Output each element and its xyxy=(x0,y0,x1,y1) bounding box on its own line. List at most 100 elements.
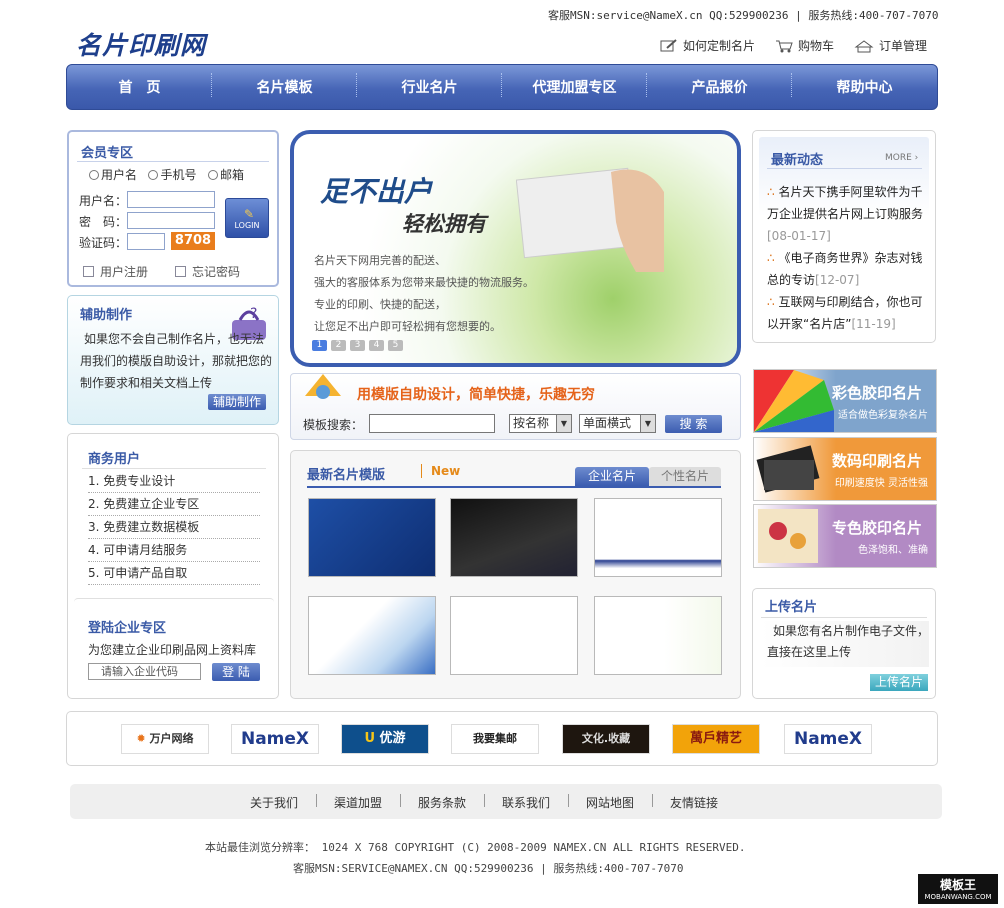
news-item[interactable]: ∴ 互联网与印刷结合，你也可以开家“名片店”[11-19] xyxy=(767,291,927,335)
business-item[interactable]: 3. 免费建立数据模板 xyxy=(88,518,260,539)
template-thumb[interactable] xyxy=(594,498,722,577)
banner-page-4[interactable]: 4 xyxy=(369,340,384,351)
enterprise-login-button[interactable]: 登 陆 xyxy=(212,663,260,681)
login-button[interactable]: ✎ LOGIN xyxy=(225,198,269,238)
footer-links: 关于我们 渠道加盟 服务条款 联系我们 网站地图 友情链接 xyxy=(70,784,942,819)
tab-personal[interactable]: 个性名片 xyxy=(649,467,721,486)
banner-page-1[interactable]: 1 xyxy=(312,340,327,351)
template-thumb[interactable] xyxy=(308,596,436,675)
password-label: 密 码： xyxy=(79,215,128,229)
nav-home[interactable]: 首 页 xyxy=(67,73,212,97)
chevron-down-icon: ▼ xyxy=(640,415,655,432)
footer-link-sitemap[interactable]: 网站地图 xyxy=(586,794,634,811)
product-title: 彩色胶印名片 xyxy=(831,384,922,402)
footer-copyright: 本站最佳浏览分辨率： 1024 X 768 COPYRIGHT (C) 2008… xyxy=(205,841,746,854)
radio-username[interactable]: 用户名 xyxy=(89,168,137,182)
nav-templates[interactable]: 名片模板 xyxy=(212,73,357,97)
nav-agency[interactable]: 代理加盟专区 xyxy=(502,73,647,97)
enterprise-title: 登陆企业专区 xyxy=(88,621,167,636)
banner-page-2[interactable]: 2 xyxy=(331,340,346,351)
product-subtitle: 适合做色彩复杂名片 xyxy=(838,410,928,421)
nav-industry[interactable]: 行业名片 xyxy=(357,73,502,97)
banner-page-3[interactable]: 3 xyxy=(350,340,365,351)
template-thumb[interactable] xyxy=(450,498,578,577)
enterprise-code-input[interactable]: 请输入企业代码 xyxy=(88,663,201,680)
mode-select[interactable]: 单面横式 ▼ xyxy=(579,414,656,433)
card-stack-image xyxy=(756,445,820,493)
password-input[interactable] xyxy=(127,212,215,229)
banner-line: 强大的客服体系为您带来最快捷的物流服务。 xyxy=(314,276,534,289)
partner-logo[interactable]: ✹ 万户网络 xyxy=(121,724,209,754)
cart-icon xyxy=(776,40,793,52)
templates-title: 最新名片模版 xyxy=(307,468,386,483)
banner-line: 名片天下网用完善的配送、 xyxy=(314,254,446,267)
business-item[interactable]: 4. 可申请月结服务 xyxy=(88,541,260,562)
edit-icon xyxy=(660,38,677,51)
banner-page-5[interactable]: 5 xyxy=(388,340,403,351)
forgot-password-link[interactable]: 忘记密码 xyxy=(175,263,240,280)
hand-card-image xyxy=(516,167,664,272)
template-thumb[interactable] xyxy=(594,596,722,675)
sort-select[interactable]: 按名称 ▼ xyxy=(509,414,572,433)
site-logo[interactable]: 名片印刷网 xyxy=(76,26,206,62)
news-title: 最新动态 xyxy=(771,153,824,168)
assist-text: 如果您不会自己制作名片，也无法用我们的模版自助设计，那就把您的制作要求和相关文档… xyxy=(80,332,273,390)
color-swatch-image xyxy=(754,370,834,432)
template-thumb[interactable] xyxy=(308,498,436,577)
business-item[interactable]: 2. 免费建立企业专区 xyxy=(88,495,260,516)
business-item[interactable]: 1. 免费专业设计 xyxy=(88,472,260,493)
captcha-input[interactable] xyxy=(127,233,165,250)
footer-link-friends[interactable]: 友情链接 xyxy=(670,794,718,811)
assist-title: 辅助制作 xyxy=(80,308,133,323)
product-digital[interactable]: 数码印刷名片 印刷速度快 灵活性强 xyxy=(753,437,937,501)
search-button[interactable]: 搜 索 xyxy=(665,415,722,433)
order-link[interactable]: 订单管理 xyxy=(854,37,927,54)
nav-help[interactable]: 帮助中心 xyxy=(792,77,937,97)
news-item[interactable]: ∴ 名片天下携手阿里软件为千万企业提供名片网上订购服务[08-01-17] xyxy=(767,181,927,247)
upload-panel: 上传名片 如果您有名片制作电子文件，直接在这里上传 上传名片 xyxy=(752,588,936,699)
business-item[interactable]: 5. 可申请产品自取 xyxy=(88,564,260,585)
captcha-label: 验证码： xyxy=(79,236,128,250)
tab-enterprise[interactable]: 企业名片 xyxy=(575,467,649,486)
banner-line: 专业的印刷、快捷的配送， xyxy=(314,298,446,311)
register-icon xyxy=(83,266,94,277)
register-link[interactable]: 用户注册 xyxy=(83,263,148,280)
assist-panel: 辅助制作 ? 如果您不会自己制作名片，也无法用我们的模版自助设计，那就把您的制作… xyxy=(67,295,279,425)
footer-link-contact[interactable]: 联系我们 xyxy=(502,794,550,811)
partner-logo[interactable]: 萬戶精艺 xyxy=(672,724,760,754)
footer-link-channel[interactable]: 渠道加盟 xyxy=(334,794,382,811)
radio-email[interactable]: 邮箱 xyxy=(207,168,244,182)
news-panel: 最新动态 MORE › ∴ 名片天下携手阿里软件为千万企业提供名片网上订购服务[… xyxy=(752,130,936,343)
top-links: 如何定制名片 购物车 订单管理 xyxy=(660,37,927,54)
cart-link[interactable]: 购物车 xyxy=(775,37,834,54)
nav-pricing[interactable]: 产品报价 xyxy=(647,73,792,97)
upload-button[interactable]: 上传名片 xyxy=(870,674,928,691)
partner-logo[interactable]: 文化.收藏 xyxy=(562,724,650,754)
banner-line: 让您足不出户即可轻松拥有您想要的。 xyxy=(314,320,501,333)
captcha-image[interactable]: 8708 xyxy=(171,232,215,250)
footer-link-about[interactable]: 关于我们 xyxy=(250,794,298,811)
product-colorful[interactable]: 彩色胶印名片 适合做色彩复杂名片 xyxy=(753,369,937,433)
template-thumb[interactable] xyxy=(450,596,578,675)
sun-icon: ✹ xyxy=(136,732,146,745)
username-label: 用户名： xyxy=(79,194,128,208)
how-to-link[interactable]: 如何定制名片 xyxy=(660,37,755,54)
partner-logo[interactable]: NameX xyxy=(231,724,319,754)
watermark-logo: 模板王 MOBANWANG.COM xyxy=(918,874,998,904)
product-title: 专色胶印名片 xyxy=(831,519,922,537)
hero-banner: 足不出户 轻松拥有 名片天下网用完善的配送、 强大的客服体系为您带来最快捷的物流… xyxy=(290,130,741,367)
partner-logo[interactable]: U 优游 xyxy=(341,724,429,754)
assist-button[interactable]: 辅助制作 xyxy=(208,394,266,410)
template-search-input[interactable] xyxy=(369,414,495,433)
spot-cards-image xyxy=(758,509,818,563)
product-spot[interactable]: 专色胶印名片 色泽饱和、准确 xyxy=(753,504,937,568)
radio-phone[interactable]: 手机号 xyxy=(148,168,196,182)
business-title: 商务用户 xyxy=(88,452,141,467)
news-more-link[interactable]: MORE › xyxy=(885,153,918,163)
news-item[interactable]: ∴ 《电子商务世界》杂志对钱总的专访[12-07] xyxy=(767,247,927,291)
partner-logo[interactable]: 我要集邮 xyxy=(451,724,539,754)
username-input[interactable] xyxy=(127,191,215,208)
footer-link-terms[interactable]: 服务条款 xyxy=(418,794,466,811)
product-subtitle: 印刷速度快 灵活性强 xyxy=(834,478,928,489)
partner-logo[interactable]: NameX xyxy=(784,724,872,754)
